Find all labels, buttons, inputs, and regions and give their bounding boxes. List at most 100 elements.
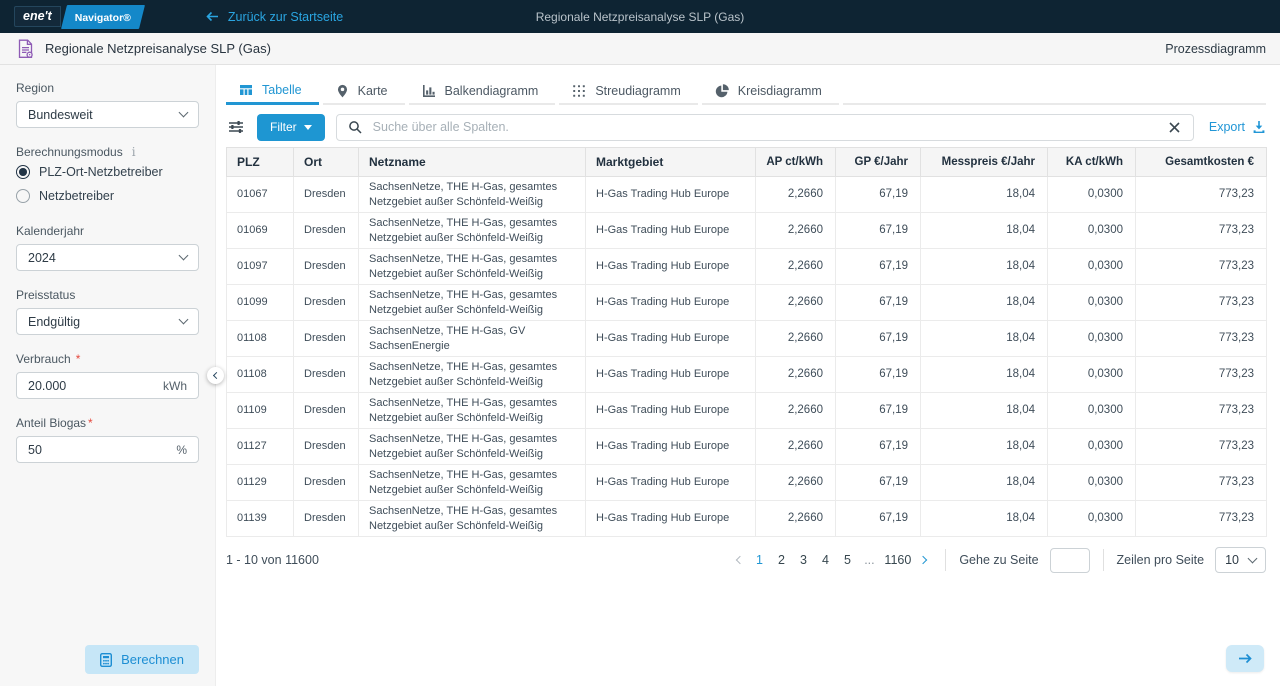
tab-balkendiagramm[interactable]: Balkendiagramm <box>409 78 556 105</box>
radio-icon <box>16 189 30 203</box>
cell-messpreis: 18,04 <box>921 465 1048 501</box>
consumption-input[interactable] <box>28 379 138 393</box>
year-select[interactable]: 2024 <box>16 244 199 271</box>
table-row: 01099DresdenSachsenNetze, THE H-Gas, ges… <box>227 285 1267 321</box>
price-status-select[interactable]: Endgültig <box>16 308 199 335</box>
cell-plz: 01097 <box>227 249 294 285</box>
chevron-down-icon <box>179 108 189 118</box>
tab-tabelle[interactable]: Tabelle <box>226 78 319 105</box>
cell-ort: Dresden <box>294 285 359 321</box>
page-header: Regionale Netzpreisanalyse SLP (Gas) Pro… <box>0 33 1280 65</box>
cell-ort: Dresden <box>294 465 359 501</box>
cell-plz: 01108 <box>227 321 294 357</box>
previous-page-button[interactable] <box>731 555 749 565</box>
pagination-range-text: 1 - 10 von 11600 <box>226 553 319 567</box>
radio-plz-ort-netzbetreiber[interactable]: PLZ-Ort-Netzbetreiber <box>16 165 199 179</box>
cell-messpreis: 18,04 <box>921 321 1048 357</box>
year-value: 2024 <box>28 251 56 265</box>
export-button[interactable]: Export <box>1205 120 1266 134</box>
back-link-label: Zurück zur Startseite <box>228 10 343 24</box>
cell-ort: Dresden <box>294 321 359 357</box>
page-button-1160[interactable]: 1160 <box>881 551 914 569</box>
next-arrow-button[interactable] <box>1226 645 1264 672</box>
cell-plz: 01099 <box>227 285 294 321</box>
info-icon[interactable]: i <box>132 145 136 159</box>
cell-ka: 0,0300 <box>1048 213 1136 249</box>
page-button-3[interactable]: 3 <box>793 551 813 569</box>
biogas-unit: % <box>176 443 187 457</box>
cell-ap: 2,2660 <box>756 501 836 537</box>
page-button-2[interactable]: 2 <box>771 551 791 569</box>
chevron-left-icon <box>213 372 220 379</box>
next-page-button[interactable] <box>914 555 932 565</box>
cell-gp: 67,19 <box>836 285 921 321</box>
required-mark: * <box>76 352 81 366</box>
map-pin-icon <box>336 84 349 98</box>
cell-ap: 2,2660 <box>756 249 836 285</box>
tab-kreisdiagramm[interactable]: Kreisdiagramm <box>702 78 839 105</box>
arrow-right-icon <box>1238 653 1252 664</box>
page-button-1[interactable]: 1 <box>749 551 769 569</box>
table-row: 01097DresdenSachsenNetze, THE H-Gas, ges… <box>227 249 1267 285</box>
content: Region Bundesweit Berechnungsmodus i PLZ… <box>0 65 1280 686</box>
cell-netzname: SachsenNetze, THE H-Gas, GV SachsenEnerg… <box>359 321 586 357</box>
download-icon <box>1252 120 1266 134</box>
tab-karte[interactable]: Karte <box>323 78 405 105</box>
chevron-down-icon <box>1248 553 1258 563</box>
price-status-label: Preisstatus <box>16 288 199 302</box>
rows-per-page-select[interactable]: 10 <box>1215 547 1266 573</box>
search-input[interactable] <box>371 119 1158 135</box>
tab-streudiagramm[interactable]: Streudiagramm <box>559 78 697 105</box>
table-header-row: PLZOrtNetznameMarktgebietAP ct/kWhGP €/J… <box>227 148 1267 177</box>
radio-netzbetreiber[interactable]: Netzbetreiber <box>16 189 199 203</box>
year-label: Kalenderjahr <box>16 224 199 238</box>
sidebar-collapse-button[interactable] <box>207 367 224 384</box>
region-select[interactable]: Bundesweit <box>16 101 199 128</box>
column-header-messpreis-jahr: Messpreis €/Jahr <box>921 148 1048 177</box>
search-icon <box>348 120 362 134</box>
cell-ap: 2,2660 <box>756 285 836 321</box>
table-row: 01069DresdenSachsenNetze, THE H-Gas, ges… <box>227 213 1267 249</box>
page-button-4[interactable]: 4 <box>815 551 835 569</box>
close-icon <box>1169 122 1180 133</box>
pagination-bar: 1 - 10 von 11600 12345...1160 Gehe zu Se… <box>226 547 1266 573</box>
cell-marktgebiet: H-Gas Trading Hub Europe <box>586 321 756 357</box>
calculate-button[interactable]: Berechnen <box>85 645 199 674</box>
page-list: 12345...1160 <box>749 551 914 569</box>
biogas-input[interactable] <box>28 443 138 457</box>
column-settings-button[interactable] <box>226 118 246 136</box>
cell-messpreis: 18,04 <box>921 501 1048 537</box>
radio-label: PLZ-Ort-Netzbetreiber <box>39 165 163 179</box>
page-button-5[interactable]: 5 <box>837 551 857 569</box>
table-body: 01067DresdenSachsenNetze, THE H-Gas, ges… <box>227 177 1267 537</box>
biogas-field-wrap: % <box>16 436 199 463</box>
cell-netzname: SachsenNetze, THE H-Gas, gesamtes Netzge… <box>359 249 586 285</box>
cell-plz: 01127 <box>227 429 294 465</box>
chevron-down-icon <box>179 315 189 325</box>
cell-gesamtkosten: 773,23 <box>1136 393 1267 429</box>
clear-search-button[interactable] <box>1167 120 1182 135</box>
cell-ap: 2,2660 <box>756 177 836 213</box>
mode-options: PLZ-Ort-Netzbetreiber Netzbetreiber <box>16 165 199 213</box>
page-ellipsis: ... <box>859 551 879 569</box>
back-to-home-link[interactable]: Zurück zur Startseite <box>206 10 343 24</box>
rows-per-page-label: Zeilen pro Seite <box>1117 553 1205 567</box>
cell-ort: Dresden <box>294 501 359 537</box>
cell-ort: Dresden <box>294 249 359 285</box>
cell-netzname: SachsenNetze, THE H-Gas, gesamtes Netzge… <box>359 213 586 249</box>
column-header-gp-jahr: GP €/Jahr <box>836 148 921 177</box>
goto-page-input[interactable] <box>1050 548 1090 573</box>
cell-marktgebiet: H-Gas Trading Hub Europe <box>586 429 756 465</box>
table-row: 01139DresdenSachsenNetze, THE H-Gas, ges… <box>227 501 1267 537</box>
cell-netzname: SachsenNetze, THE H-Gas, gesamtes Netzge… <box>359 177 586 213</box>
cell-gesamtkosten: 773,23 <box>1136 321 1267 357</box>
enet-navigator-logo[interactable]: ene't Navigator® <box>14 5 142 29</box>
radio-icon <box>16 165 30 179</box>
process-diagram-link[interactable]: Prozessdiagramm <box>1165 42 1266 56</box>
cell-plz: 01108 <box>227 357 294 393</box>
divider <box>1103 549 1104 571</box>
tab-bar: Tabelle Karte Balkendiagramm Streudiagra… <box>226 78 1266 105</box>
filter-button[interactable]: Filter <box>257 114 325 141</box>
cell-gesamtkosten: 773,23 <box>1136 429 1267 465</box>
cell-marktgebiet: H-Gas Trading Hub Europe <box>586 357 756 393</box>
